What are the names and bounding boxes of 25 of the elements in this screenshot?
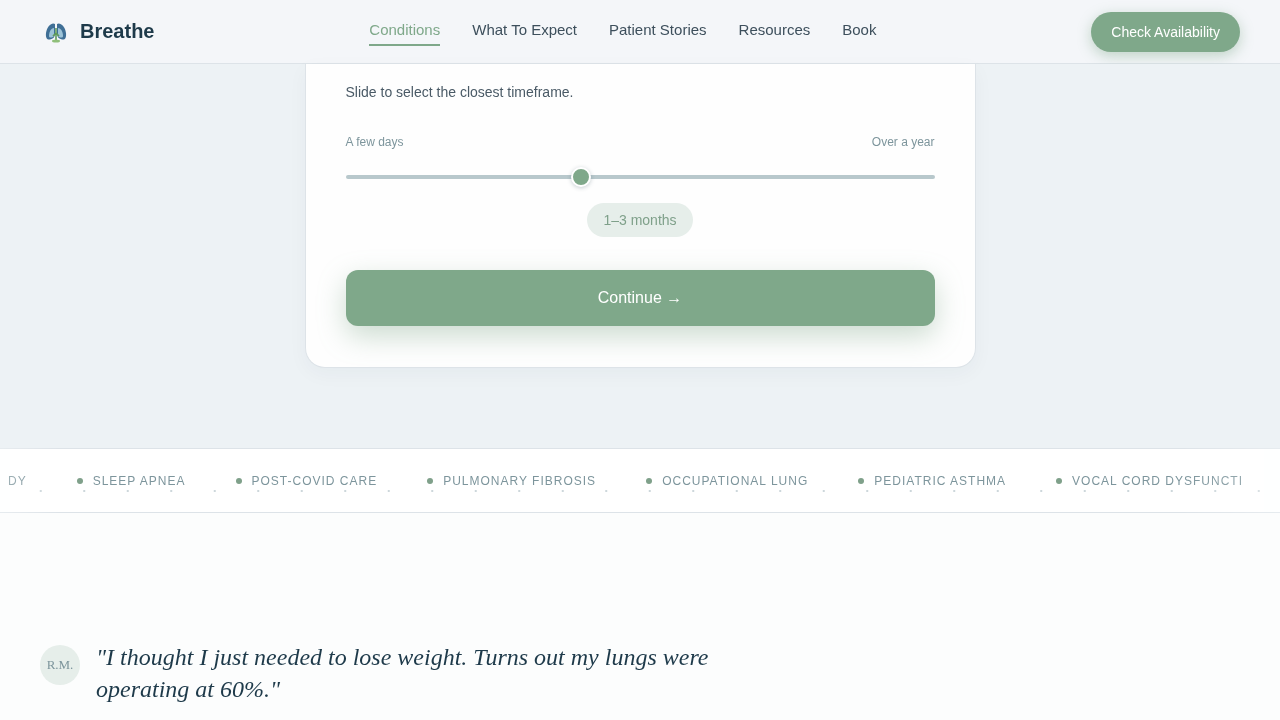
- bullet-dot-icon: [235, 477, 242, 484]
- nav-link[interactable]: Patient Stories: [609, 21, 707, 46]
- slider-min-label: A few days: [345, 134, 404, 150]
- slider-thumb[interactable]: [571, 167, 592, 187]
- brand-name: Breathe: [80, 20, 155, 43]
- condition-label: PEDIATRIC ASTHMA: [874, 473, 1007, 488]
- question-hint: Slide to select the closest timeframe.: [345, 83, 574, 102]
- condition-label: PULMONARY FIBROSIS: [443, 473, 597, 488]
- initials-avatar: R.M.: [40, 645, 80, 685]
- condition-label: OCCUPATIONAL LUNG: [662, 473, 809, 488]
- condition-label: VOCAL CORD DYSFUNCTI: [1072, 473, 1243, 488]
- bullet-dot-icon: [427, 477, 434, 484]
- slider-max-label: Over a year: [871, 134, 935, 150]
- bullet-dot-icon: [76, 477, 83, 484]
- condition-label: POST-COVID CARE: [251, 473, 378, 488]
- condition-label: SLEEP APNEA: [92, 473, 186, 488]
- nav-link[interactable]: Book: [842, 21, 877, 46]
- bullet-dot-icon: [858, 477, 865, 484]
- slider-value-label: 1–3 months: [587, 203, 693, 237]
- nav-link[interactable]: What To Expect: [472, 21, 577, 46]
- testimonial-quote: "I thought I just needed to lose weight. Turns out my lungs were operating at 60%.": [96, 643, 710, 704]
- bullet-dot-icon: [1056, 477, 1063, 484]
- bullet-dot-icon: [646, 477, 653, 484]
- condition-label: DY: [8, 473, 27, 488]
- nav-link[interactable]: Resources: [738, 21, 811, 46]
